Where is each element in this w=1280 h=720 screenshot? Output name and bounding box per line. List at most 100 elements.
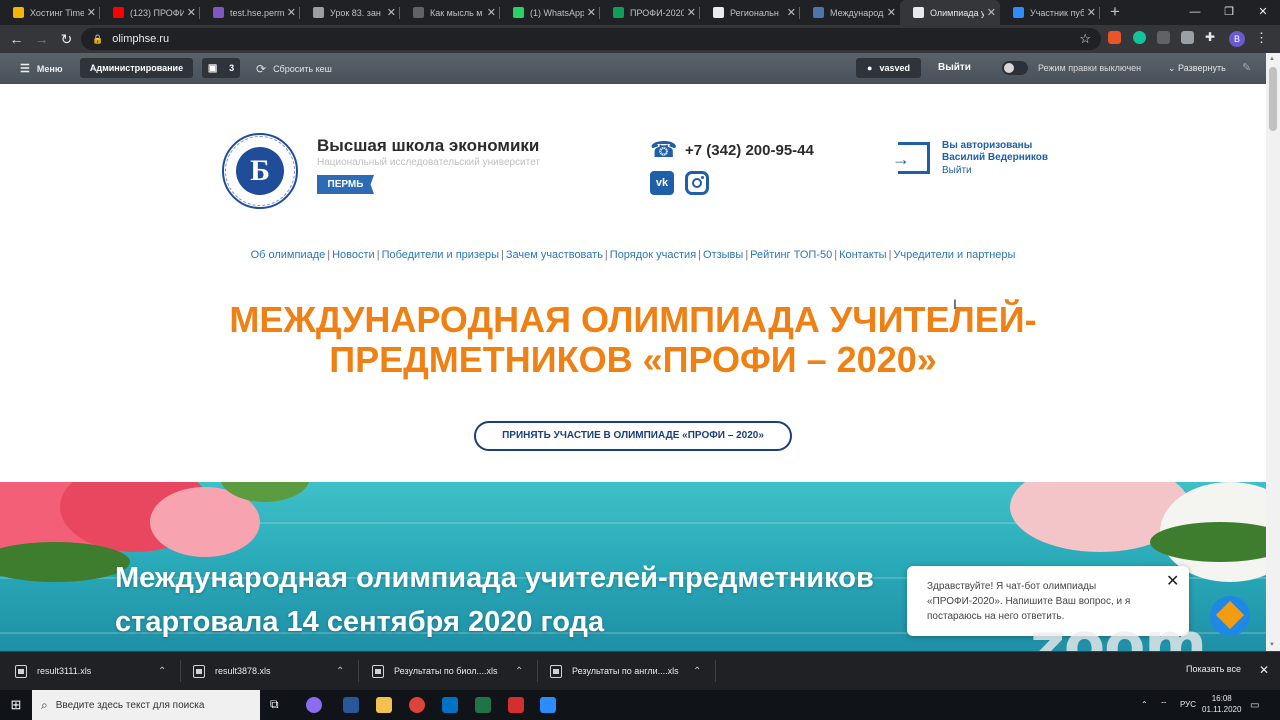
- word-icon[interactable]: [343, 697, 359, 713]
- close-window-icon[interactable]: ✕: [1246, 0, 1280, 25]
- tab-close-icon[interactable]: ✕: [387, 6, 396, 19]
- show-all-downloads-button[interactable]: Показать все: [1186, 664, 1241, 674]
- administration-button[interactable]: Администрирование: [80, 58, 193, 78]
- nav-link[interactable]: Зачем участвовать: [506, 249, 603, 261]
- close-downloads-icon[interactable]: ✕: [1259, 663, 1269, 677]
- excel-icon[interactable]: [475, 697, 491, 713]
- university-name[interactable]: Высшая школа экономики: [317, 136, 539, 156]
- page-title-line1: МЕЖДУНАРОДНАЯ ОЛИМПИАДА УЧИТЕЛЕЙ-: [229, 299, 1037, 340]
- nav-link[interactable]: Учредители и партнеры: [893, 249, 1015, 261]
- tray-chevron-icon[interactable]: ⌃: [1141, 700, 1148, 709]
- tab-close-icon[interactable]: ✕: [887, 6, 896, 19]
- browser-menu-icon[interactable]: ⋮: [1255, 30, 1268, 46]
- profile-avatar[interactable]: B: [1229, 31, 1245, 47]
- nav-link[interactable]: Порядок участия: [610, 249, 696, 261]
- tab-close-icon[interactable]: ✕: [687, 6, 696, 19]
- admin-logout-button[interactable]: Выйти: [938, 62, 971, 73]
- close-icon[interactable]: ✕: [1166, 574, 1179, 590]
- browser-tab[interactable]: Региональн ✕: [700, 0, 800, 25]
- puzzle-extensions-icon[interactable]: ✚: [1205, 31, 1218, 44]
- nav-link[interactable]: Победители и призеры: [382, 249, 499, 261]
- download-item[interactable]: Результаты по биол....xls: [372, 652, 498, 690]
- extension-icon[interactable]: [1157, 31, 1170, 44]
- vk-icon[interactable]: vk: [650, 171, 674, 195]
- expand-button[interactable]: ⌄ Развернуть: [1168, 63, 1226, 74]
- taskbar-clock[interactable]: 16:08 01.11.2020: [1202, 693, 1241, 715]
- extension-icon[interactable]: [1108, 31, 1121, 44]
- auth-logout-link[interactable]: Выйти: [942, 165, 972, 176]
- new-tab-button[interactable]: +: [1100, 0, 1130, 25]
- browser-tab[interactable]: Участник пуб ✕: [1000, 0, 1100, 25]
- acrobat-icon[interactable]: [508, 697, 524, 713]
- browser-tab[interactable]: test.hse.perm ✕: [200, 0, 300, 25]
- tab-title: Олимпиада у: [930, 7, 984, 18]
- scroll-up-icon[interactable]: ▲: [1269, 56, 1275, 62]
- network-icon[interactable]: ⌔: [1160, 700, 1168, 710]
- nav-separator: |: [327, 249, 331, 261]
- download-options-chevron-icon[interactable]: ⌃: [336, 652, 344, 690]
- admin-menu-button[interactable]: ☰ Меню: [20, 62, 63, 75]
- outlook-icon[interactable]: [442, 697, 458, 713]
- scrollbar-thumb[interactable]: [1269, 67, 1277, 131]
- windows-start-icon[interactable]: ⊞: [0, 697, 32, 713]
- tab-close-icon[interactable]: ✕: [787, 6, 796, 19]
- nav-link[interactable]: Контакты: [839, 249, 887, 261]
- file-explorer-icon[interactable]: [376, 697, 392, 713]
- download-item[interactable]: result3878.xls: [193, 652, 271, 690]
- nav-link[interactable]: Новости: [332, 249, 375, 261]
- browser-tab[interactable]: (123) ПРОФИ ✕: [100, 0, 200, 25]
- download-options-chevron-icon[interactable]: ⌃: [158, 652, 166, 690]
- instagram-icon[interactable]: [685, 171, 709, 195]
- browser-tab[interactable]: ПРОФИ-2020 ✕: [600, 0, 700, 25]
- lock-icon[interactable]: 🔒: [92, 34, 103, 45]
- forward-icon[interactable]: →: [29, 31, 54, 47]
- maximize-icon[interactable]: ❐: [1212, 0, 1246, 25]
- browser-tab[interactable]: Олимпиада у ✕: [900, 0, 1000, 25]
- download-item[interactable]: Результаты по англи....xls: [550, 652, 679, 690]
- app-icon[interactable]: [306, 697, 322, 713]
- scroll-down-icon[interactable]: ▼: [1269, 642, 1275, 648]
- tab-close-icon[interactable]: ✕: [1087, 6, 1096, 19]
- download-options-chevron-icon[interactable]: ⌃: [515, 652, 523, 690]
- taskbar-search[interactable]: ⌕ Введите здесь текст для поиска: [32, 690, 260, 720]
- notifications-button[interactable]: ▣ 3: [202, 58, 240, 78]
- tab-close-icon[interactable]: ✕: [87, 6, 96, 19]
- address-bar[interactable]: 🔒 olimphse.ru ☆: [81, 28, 1101, 50]
- tab-close-icon[interactable]: ✕: [487, 6, 496, 19]
- minimize-icon[interactable]: —: [1178, 0, 1212, 25]
- user-button[interactable]: ● vasved: [856, 58, 921, 78]
- tab-close-icon[interactable]: ✕: [287, 6, 296, 19]
- tab-close-icon[interactable]: ✕: [587, 6, 596, 19]
- participate-button[interactable]: ПРИНЯТЬ УЧАСТИЕ В ОЛИМПИАДЕ «ПРОФИ – 202…: [474, 421, 792, 451]
- extension-icon[interactable]: [1181, 31, 1194, 44]
- download-options-chevron-icon[interactable]: ⌃: [693, 652, 701, 690]
- bookmark-star-icon[interactable]: ☆: [1079, 31, 1091, 47]
- reset-cache-button[interactable]: ⟳ Сбросить кеш: [256, 62, 332, 76]
- phone-number[interactable]: +7 (342) 200-95-44: [685, 142, 814, 159]
- auth-user-name[interactable]: Василий Ведерников: [942, 152, 1048, 163]
- browser-tab[interactable]: Как мысль м ✕: [400, 0, 500, 25]
- nav-link[interactable]: Отзывы: [703, 249, 743, 261]
- grammarly-icon[interactable]: [1133, 31, 1146, 44]
- tab-close-icon[interactable]: ✕: [987, 6, 996, 19]
- reload-icon[interactable]: ↻: [54, 31, 79, 48]
- hse-logo[interactable]: Б: [222, 133, 298, 209]
- browser-tab[interactable]: Хостинг Time ✕: [0, 0, 100, 25]
- page-scrollbar[interactable]: ▲ ▼: [1266, 53, 1280, 651]
- notifications-icon[interactable]: ▭: [1250, 700, 1259, 711]
- browser-tab[interactable]: Международ ✕: [800, 0, 900, 25]
- browser-tab[interactable]: Урок 83. зан ✕: [300, 0, 400, 25]
- task-view-icon[interactable]: ⧉: [270, 697, 286, 713]
- nav-link[interactable]: Об олимпиаде: [251, 249, 326, 261]
- language-indicator[interactable]: РУС: [1180, 700, 1196, 709]
- pin-icon[interactable]: ✎: [1242, 61, 1251, 74]
- tab-close-icon[interactable]: ✕: [187, 6, 196, 19]
- edit-mode-toggle[interactable]: [1002, 61, 1028, 75]
- chatbot-launcher-icon[interactable]: [1210, 596, 1250, 636]
- browser-tab[interactable]: (1) WhatsApp ✕: [500, 0, 600, 25]
- zoom-app-icon[interactable]: [540, 697, 556, 713]
- nav-link[interactable]: Рейтинг ТОП-50: [750, 249, 832, 261]
- chrome-icon[interactable]: [409, 697, 425, 713]
- back-icon[interactable]: ←: [4, 31, 29, 47]
- download-item[interactable]: result3111.xls: [15, 652, 91, 690]
